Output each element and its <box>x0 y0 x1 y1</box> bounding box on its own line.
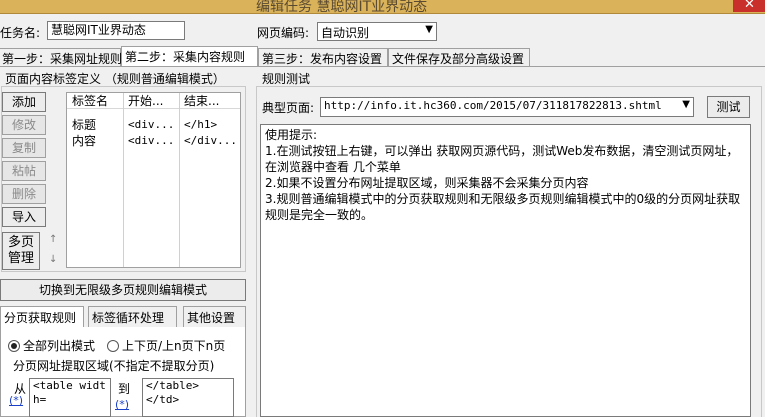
tag-start-cell: <div... <box>128 118 175 131</box>
pagination-region-label: 分页网址提取区域(不指定不提取分页) <box>13 359 215 373</box>
window-title: 编辑任务 慧聪网IT业界动态 <box>256 0 428 15</box>
tab-other-settings[interactable]: 其他设置 <box>183 306 246 327</box>
paste-button[interactable]: 粘帖 <box>2 161 46 181</box>
task-name-input[interactable]: 慧聪网IT业界动态 <box>47 21 185 40</box>
copy-button[interactable]: 复制 <box>2 138 46 158</box>
close-icon: ✕ <box>744 0 755 12</box>
encoding-select[interactable]: 自动识别 ▼ <box>317 22 437 41</box>
multipage-manage-button[interactable]: 多页管理 <box>2 232 40 270</box>
hint-line: 3.规则普通编辑模式中的分页获取规则和无限级多页规则编辑模式中的0级的分页网址获… <box>265 192 741 222</box>
radio-checked-icon <box>8 340 20 352</box>
tab-advanced[interactable]: 文件保存及部分高级设置 <box>388 48 530 66</box>
encoding-label: 网页编码: <box>257 26 310 40</box>
chevron-down-icon: ▼ <box>682 99 690 110</box>
tag-end-cell: </h1> <box>184 118 218 131</box>
modify-button[interactable]: 修改 <box>2 115 46 135</box>
tab-step2[interactable]: 第二步：采集内容规则 <box>121 46 258 66</box>
from-wildcard-link[interactable]: (*) <box>9 394 23 407</box>
rule-test-title: 规则测试 <box>262 72 311 86</box>
to-wildcard-link[interactable]: (*) <box>115 398 129 411</box>
typical-page-url: http://info.it.hc360.com/2015/07/3118178… <box>324 99 662 112</box>
test-button[interactable]: 测试 <box>707 96 750 118</box>
table-row[interactable]: 标题 <div... </h1> <box>67 117 240 133</box>
close-button[interactable]: ✕ <box>733 0 765 12</box>
from-input[interactable]: <table width= <box>29 378 111 417</box>
tab-pagination[interactable]: 分页获取规则 <box>0 306 84 327</box>
hint-line: 1.在测试按钮上右键，可以弹出 获取网页源代码，测试Web发布数据，清空测试页网… <box>265 144 739 174</box>
usage-hint-textarea[interactable]: 使用提示: 1.在测试按钮上右键，可以弹出 获取网页源代码，测试Web发布数据，… <box>260 124 751 417</box>
column-header[interactable]: 开始... <box>123 93 179 109</box>
tag-name-cell: 标题 <box>72 118 97 132</box>
column-divider <box>179 93 180 267</box>
to-label: 到 <box>118 382 131 396</box>
column-header[interactable]: 标签名 <box>67 93 123 109</box>
tab-step3[interactable]: 第三步：发布内容设置 <box>258 48 388 66</box>
chevron-down-icon: ▼ <box>425 24 433 35</box>
typical-page-select[interactable]: http://info.it.hc360.com/2015/07/3118178… <box>320 97 694 117</box>
hint-line: 使用提示: <box>265 128 318 142</box>
tag-start-cell: <div... <box>128 134 175 147</box>
tag-table[interactable]: 标签名 开始... 结束... 标题 <div... </h1> 内容 <div… <box>66 92 241 268</box>
move-down-icon[interactable]: ↓ <box>49 254 57 265</box>
title-bar: 编辑任务 慧聪网IT业界动态 ✕ <box>0 0 765 15</box>
typical-page-label: 典型页面: <box>262 101 315 115</box>
add-button[interactable]: 添加 <box>2 92 46 112</box>
tab-divider <box>0 66 765 67</box>
tag-def-title: 页面内容标签定义 （规则普通编辑模式） <box>5 72 225 86</box>
tag-name-cell: 内容 <box>72 134 97 148</box>
table-header: 标签名 开始... 结束... <box>67 93 240 109</box>
table-row[interactable]: 内容 <div... </div... <box>67 133 240 149</box>
encoding-value: 自动识别 <box>321 26 370 40</box>
move-up-icon[interactable]: ↑ <box>49 234 57 245</box>
tab-tag-loop[interactable]: 标签循环处理 <box>88 306 177 327</box>
radio-unchecked-icon <box>107 340 119 352</box>
delete-button[interactable]: 删除 <box>2 184 46 204</box>
hint-line: 2.如果不设置分布网址提取区域，则采集器不会采集分页内容 <box>265 176 589 190</box>
tab-step1[interactable]: 第一步：采集网址规则 <box>0 48 122 66</box>
to-input[interactable]: </table></td> <box>142 378 234 417</box>
column-header[interactable]: 结束... <box>179 93 241 109</box>
task-name-label: 任务名: <box>0 26 41 40</box>
tag-end-cell: </div... <box>184 134 237 147</box>
radio-all-pages[interactable]: 全部列出模式 <box>8 337 95 354</box>
column-divider <box>123 93 124 267</box>
switch-mode-button[interactable]: 切换到无限级多页规则编辑模式 <box>0 279 246 301</box>
import-button[interactable]: 导入 <box>2 207 46 227</box>
radio-prev-next[interactable]: 上下页/上n页下n页 <box>107 337 225 354</box>
